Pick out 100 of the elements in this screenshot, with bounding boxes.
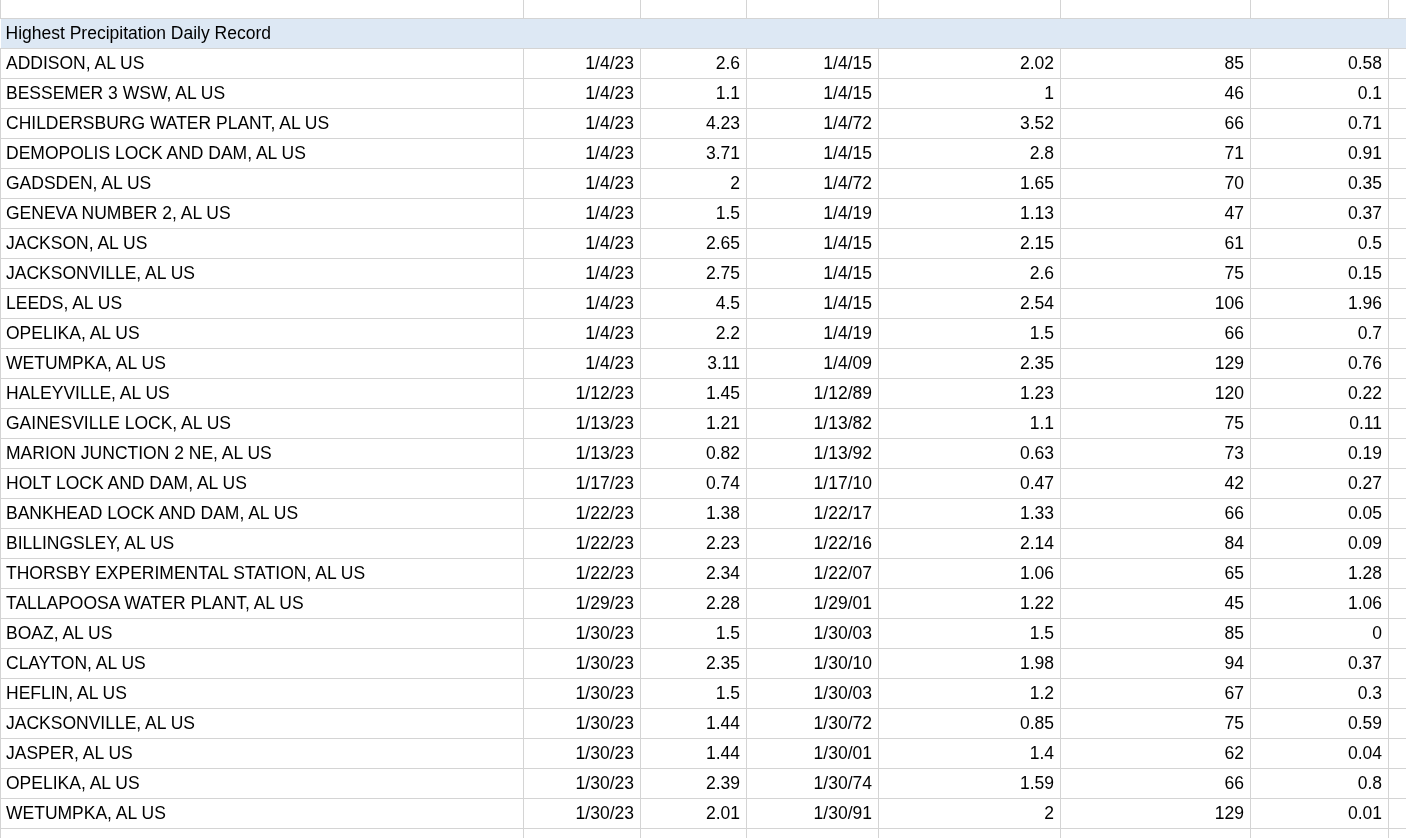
table-cell: 1.23 xyxy=(878,378,1061,408)
table-cell: 1/4/23 xyxy=(523,228,641,258)
table-cell: 1.44 xyxy=(640,708,747,738)
table-cell: 1.5 xyxy=(640,618,747,648)
table-cell: 1/30/23 xyxy=(523,708,641,738)
table-cell: 42 xyxy=(1060,468,1251,498)
table-cell: 66 xyxy=(1060,318,1251,348)
table-cell: 0.7 xyxy=(1250,318,1389,348)
table-cell: 2 xyxy=(878,798,1061,828)
station-cell: JACKSONVILLE, AL US xyxy=(0,708,524,738)
table-cell: 1/4/23 xyxy=(523,258,641,288)
table-cell: 0.63 xyxy=(878,438,1061,468)
table-cell: 1/4/23 xyxy=(523,78,641,108)
table-cell: 1.2 xyxy=(878,678,1061,708)
table-cell: 0.85 xyxy=(878,708,1061,738)
table-cell: 0.74 xyxy=(640,468,747,498)
station-cell: BESSEMER 3 WSW, AL US xyxy=(0,78,524,108)
table-cell: 1/13/23 xyxy=(523,408,641,438)
table-cell: 1.06 xyxy=(1250,588,1389,618)
table-cell: 0.37 xyxy=(1250,648,1389,678)
table-cell: 1/30/03 xyxy=(746,678,879,708)
table-cell: 1.1 xyxy=(640,78,747,108)
table-cell: 1/17/10 xyxy=(746,468,879,498)
table-cell: 1/30/01 xyxy=(746,738,879,768)
table-cell: 1/22/23 xyxy=(523,558,641,588)
table-cell: 1.65 xyxy=(878,168,1061,198)
table-cell: 1/12/89 xyxy=(746,378,879,408)
table-cell: 0.3 xyxy=(1250,678,1389,708)
table-cell: 1.45 xyxy=(640,378,747,408)
table-cell: 2.34 xyxy=(640,558,747,588)
table-cell: 1/4/15 xyxy=(746,48,879,78)
table-cell: 2.6 xyxy=(640,48,747,78)
table-cell: 0.11 xyxy=(1250,408,1389,438)
table-cell: 2.6 xyxy=(878,258,1061,288)
table-cell: 46 xyxy=(1060,78,1251,108)
table-cell: 1/4/23 xyxy=(523,108,641,138)
table-cell: 75 xyxy=(1060,408,1251,438)
table-cell: 1.33 xyxy=(878,498,1061,528)
table-cell: 0.09 xyxy=(1250,528,1389,558)
table-cell: 2.54 xyxy=(878,288,1061,318)
table-cell: 1/22/07 xyxy=(746,558,879,588)
table-cell: 1.5 xyxy=(878,318,1061,348)
station-cell: WETUMPKA, AL US xyxy=(0,798,524,828)
table-cell: 1/30/23 xyxy=(523,618,641,648)
table-cell: 1/4/19 xyxy=(746,318,879,348)
table-cell: 1.96 xyxy=(1250,288,1389,318)
table-cell: 1/22/23 xyxy=(523,498,641,528)
table-cell: 2.65 xyxy=(640,228,747,258)
table-cell: 73 xyxy=(1060,438,1251,468)
station-cell: OPELIKA, AL US xyxy=(0,768,524,798)
table-cell: 2.01 xyxy=(640,798,747,828)
table-cell: 62 xyxy=(1060,738,1251,768)
table-cell: 85 xyxy=(1060,618,1251,648)
table-cell: 1.5 xyxy=(640,198,747,228)
station-cell: THORSBY EXPERIMENTAL STATION, AL US xyxy=(0,558,524,588)
table-cell: 1.98 xyxy=(878,648,1061,678)
table-cell: 0.71 xyxy=(1250,108,1389,138)
table-cell: 66 xyxy=(1060,108,1251,138)
table-cell: 1.06 xyxy=(878,558,1061,588)
table-cell: 129 xyxy=(1060,798,1251,828)
table-cell: 120 xyxy=(1060,378,1251,408)
table-cell: 129 xyxy=(1060,348,1251,378)
station-cell: LEEDS, AL US xyxy=(0,288,524,318)
table-cell: 1/4/15 xyxy=(746,138,879,168)
table-cell: 1/4/23 xyxy=(523,198,641,228)
table-cell: 1.38 xyxy=(640,498,747,528)
table-cell: 1/4/23 xyxy=(523,348,641,378)
station-cell: BILLINGSLEY, AL US xyxy=(0,528,524,558)
table-cell: 2.02 xyxy=(878,48,1061,78)
table-cell: 1/30/74 xyxy=(746,768,879,798)
table-cell: 1 xyxy=(878,78,1061,108)
table-cell: 1/4/23 xyxy=(523,168,641,198)
table-cell: 106 xyxy=(1060,288,1251,318)
table-cell: 66 xyxy=(1060,498,1251,528)
table-cell: 1/4/15 xyxy=(746,78,879,108)
table-cell: 0.76 xyxy=(1250,348,1389,378)
table-cell: 1/30/03 xyxy=(746,618,879,648)
table-cell: 1/4/23 xyxy=(523,288,641,318)
table-cell: 1/30/91 xyxy=(746,798,879,828)
station-cell: JACKSONVILLE, AL US xyxy=(0,258,524,288)
table-cell: 2.14 xyxy=(878,528,1061,558)
station-cell: CLAYTON, AL US xyxy=(0,648,524,678)
table-cell: 61 xyxy=(1060,228,1251,258)
station-cell: GADSDEN, AL US xyxy=(0,168,524,198)
table-cell: 1.5 xyxy=(640,678,747,708)
table-cell: 0.91 xyxy=(1250,138,1389,168)
table-cell: 1/30/23 xyxy=(523,648,641,678)
table-cell: 1.28 xyxy=(1250,558,1389,588)
table-cell: 1.13 xyxy=(878,198,1061,228)
table-cell: 4.23 xyxy=(640,108,747,138)
station-cell: GENEVA NUMBER 2, AL US xyxy=(0,198,524,228)
table-cell: 1/17/23 xyxy=(523,468,641,498)
table-cell: 0.5 xyxy=(1250,228,1389,258)
table-cell: 1/22/16 xyxy=(746,528,879,558)
table-cell: 1/4/72 xyxy=(746,168,879,198)
table-cell: 1/29/23 xyxy=(523,588,641,618)
station-cell: HOLT LOCK AND DAM, AL US xyxy=(0,468,524,498)
table-cell: 1/30/23 xyxy=(523,738,641,768)
table-cell: 1.1 xyxy=(878,408,1061,438)
station-cell: GAINESVILLE LOCK, AL US xyxy=(0,408,524,438)
